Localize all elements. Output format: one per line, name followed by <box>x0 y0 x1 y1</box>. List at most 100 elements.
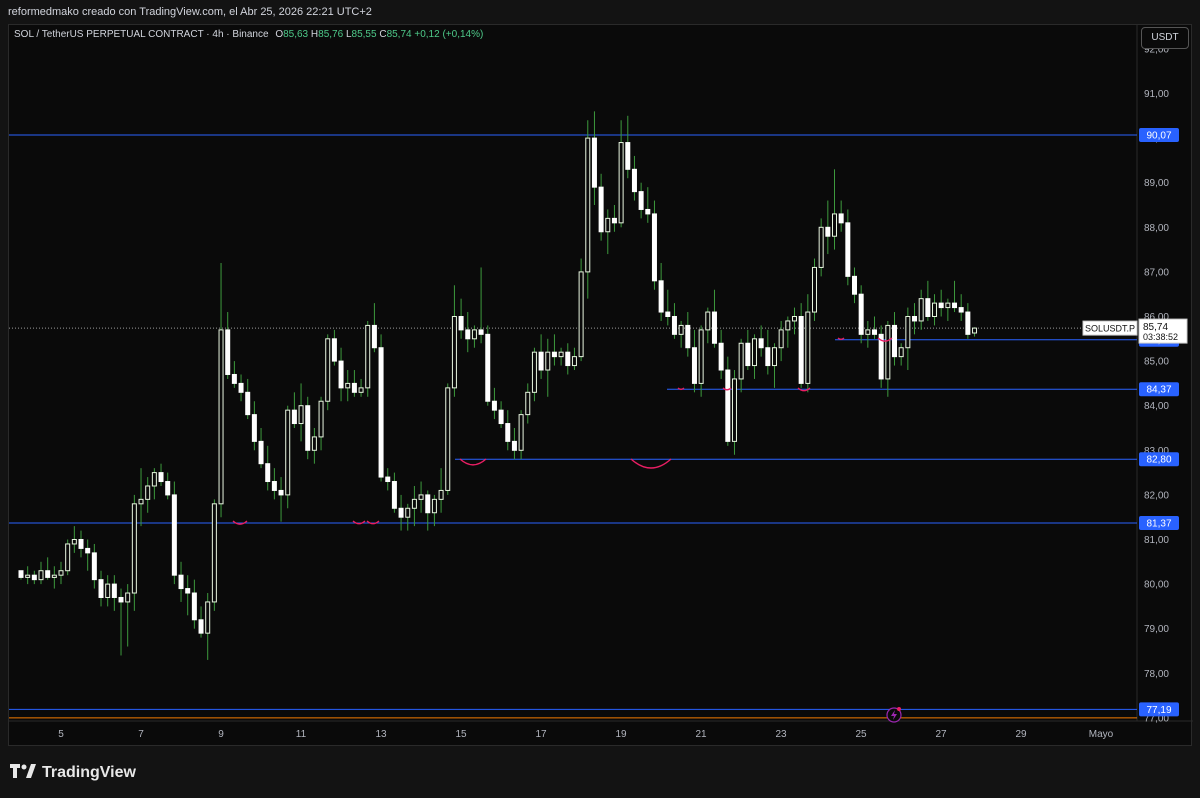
candle-body <box>725 369 731 442</box>
candle-body <box>151 472 157 487</box>
candle-body <box>125 592 131 603</box>
candle-body <box>518 414 524 451</box>
candle-body <box>705 311 711 331</box>
candle-body <box>778 329 784 349</box>
symbol-legend: SOL / TetherUS PERPETUAL CONTRACT · 4h ·… <box>14 29 483 40</box>
legend-close: 85,74 <box>386 29 412 40</box>
candle-body <box>685 324 691 349</box>
legend-low: 85,55 <box>351 29 377 40</box>
candle-body <box>65 543 71 572</box>
candle-body <box>51 574 57 578</box>
candle-body <box>965 311 971 335</box>
chart-area[interactable]: 77,00 78,00 79,00 80,00 81,00 82,00 83,00 84,00… <box>8 24 1193 747</box>
candle-body <box>905 316 911 349</box>
candle-body <box>831 213 837 237</box>
candle-body <box>738 342 744 380</box>
candle-body <box>105 583 111 598</box>
candle-body <box>85 547 91 554</box>
currency-button[interactable]: USDT <box>1141 27 1189 49</box>
legend-symbol: SOL / TetherUS PERPETUAL CONTRACT · 4h ·… <box>14 29 269 40</box>
level-price-label: 77,19 <box>1146 705 1171 716</box>
candle-body <box>251 414 257 442</box>
candle-body <box>651 213 657 282</box>
y-tick-label: 84,00 <box>1144 401 1169 412</box>
low-marker-arc <box>677 387 685 391</box>
level-price-label: 82,80 <box>1146 455 1171 466</box>
candle-body <box>58 570 64 576</box>
candle-body <box>118 596 124 603</box>
candle-body <box>278 489 284 496</box>
candle-body <box>545 351 551 371</box>
candle-body <box>785 320 791 331</box>
candle-body <box>171 494 177 576</box>
attribution-text: reformedmako creado con TradingView.com,… <box>8 6 372 18</box>
candle-body <box>798 316 804 384</box>
x-tick-label: 13 <box>375 729 387 740</box>
legend-open-label: O <box>275 29 284 40</box>
x-tick-label: 25 <box>855 729 867 740</box>
candle-body <box>972 327 978 334</box>
candle-body <box>78 539 84 549</box>
candlestick-chart[interactable]: 77,0078,0079,0080,0081,0082,0083,0084,00… <box>9 25 1193 747</box>
candle-body <box>271 481 277 491</box>
candle-body <box>872 329 878 335</box>
level-price-label: 84,37 <box>1146 385 1171 396</box>
candle-body <box>218 329 224 505</box>
candle-body <box>411 498 417 509</box>
low-marker-arc <box>459 458 487 466</box>
x-tick-label: 5 <box>58 729 64 740</box>
candle-body <box>892 324 898 358</box>
candle-body <box>718 342 724 371</box>
candle-body <box>238 382 244 393</box>
y-tick-label: 88,00 <box>1144 223 1169 234</box>
candle-body <box>345 382 351 389</box>
candle-body <box>711 311 717 344</box>
candle-body <box>858 293 864 335</box>
candle-body <box>31 574 37 581</box>
footer <box>0 748 1200 798</box>
candle-body <box>418 494 424 500</box>
candle-body <box>912 316 918 322</box>
y-tick-label: 85,00 <box>1144 357 1169 368</box>
candle-body <box>38 570 44 581</box>
candle-body <box>451 316 457 389</box>
candle-body <box>918 298 924 322</box>
candle-body <box>71 539 77 545</box>
candle-body <box>691 347 697 384</box>
candle-body <box>578 271 584 358</box>
candle-body <box>191 592 197 621</box>
candle-body <box>765 347 771 367</box>
candle-body <box>91 552 97 581</box>
candle-body <box>838 213 844 224</box>
candle-body <box>745 342 751 367</box>
candle-body <box>385 476 391 483</box>
candle-body <box>138 498 144 505</box>
candle-body <box>371 324 377 349</box>
candle-body <box>811 266 817 313</box>
tradingview-logo[interactable]: TradingView <box>10 764 136 782</box>
candle-body <box>231 373 237 384</box>
candle-body <box>791 316 797 322</box>
x-tick-label: Mayo <box>1089 729 1114 740</box>
candle-body <box>185 588 191 594</box>
y-tick-label: 78,00 <box>1144 669 1169 680</box>
legend-close-label: C <box>379 29 387 40</box>
candle-body <box>465 329 471 340</box>
candle-body <box>885 324 891 380</box>
candle-body <box>678 324 684 335</box>
candle-body <box>945 302 951 309</box>
candle-body <box>511 440 517 451</box>
candle-body <box>731 378 737 442</box>
candle-body <box>445 387 451 491</box>
y-tick-label: 81,00 <box>1144 535 1169 546</box>
candle-body <box>638 191 644 210</box>
candle-body <box>525 391 531 416</box>
candle-body <box>758 338 764 349</box>
candle-body <box>198 619 204 634</box>
candle-body <box>658 280 664 313</box>
candle-body <box>45 570 51 578</box>
candle-body <box>958 307 964 313</box>
candle-body <box>211 503 217 603</box>
legend-high: 85,76 <box>318 29 344 40</box>
candle-body <box>825 226 831 237</box>
